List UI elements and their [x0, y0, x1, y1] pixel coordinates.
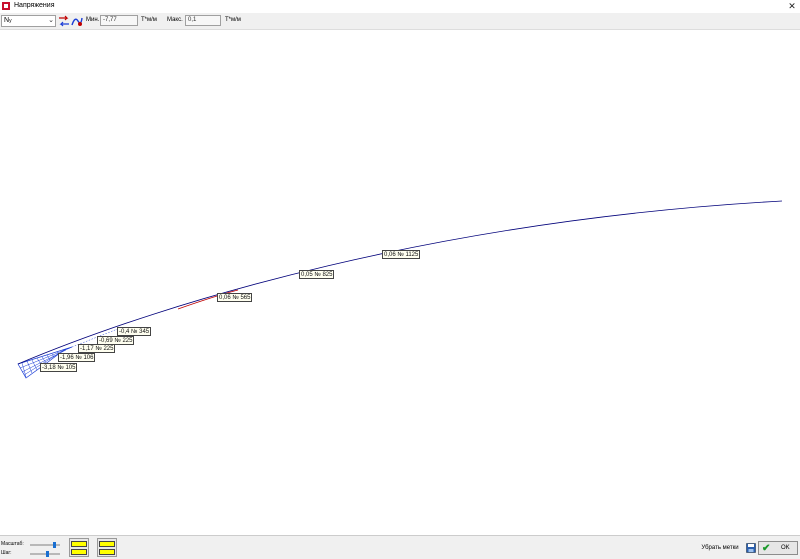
stress-label: -3,18 № 105	[40, 363, 78, 372]
legend-swatch	[99, 541, 115, 547]
title-bar: Напряжения ✕	[0, 0, 800, 13]
stress-window: Напряжения ✕ Ny ⌄ Мин. -7,77 Т*м/м Макс.…	[0, 0, 800, 559]
ok-label: OK	[781, 545, 790, 551]
scale-label: Масштаб:	[1, 541, 24, 547]
stress-plot-canvas[interactable]: 0,06 № 1125 0,05 № 825 0,06 № 565 -0,4 №…	[0, 29, 800, 535]
window-title: Напряжения	[14, 2, 55, 9]
save-icon[interactable]	[746, 543, 756, 553]
component-select[interactable]: Ny ⌄	[1, 15, 56, 27]
stress-label: 0,06 № 1125	[382, 250, 421, 259]
legend-swatch	[71, 549, 87, 555]
stress-label: 0,05 № 825	[299, 270, 335, 279]
ok-button[interactable]: ✔ OK	[758, 541, 798, 555]
step-label: Шаг:	[1, 550, 12, 556]
min-value-field: -7,77	[100, 15, 138, 26]
stress-label: 0,06 № 565	[217, 293, 253, 302]
step-slider[interactable]	[30, 551, 60, 557]
step-slider-track	[30, 553, 60, 555]
close-icon[interactable]: ✕	[784, 0, 800, 13]
chevron-down-icon: ⌄	[48, 17, 54, 24]
max-value-field: 0,1	[185, 15, 221, 26]
scale-slider-thumb[interactable]	[52, 542, 56, 548]
max-label: Макс.	[167, 17, 183, 23]
legend-swatch	[99, 549, 115, 555]
legend-swatch	[71, 541, 87, 547]
stress-label: -1,96 № 106	[58, 353, 96, 362]
stress-label: -1,17 № 225	[78, 344, 116, 353]
component-sub: y	[9, 18, 12, 24]
stress-diagram	[17, 200, 783, 379]
smoothing-icon[interactable]	[71, 15, 83, 27]
scale-slider[interactable]	[30, 542, 60, 548]
checkmark-icon: ✔	[762, 543, 771, 554]
bottom-bar: Масштаб: Шаг: Убрать метки ✔ OK	[0, 535, 800, 559]
stress-label: -0,4 № 345	[117, 327, 152, 336]
hide-labels-button[interactable]: Убрать метки	[697, 543, 743, 555]
toolbar: Ny ⌄ Мин. -7,77 Т*м/м Макс. 0,1 Т*м/м	[0, 13, 800, 29]
min-label: Мин.	[86, 17, 100, 23]
max-unit: Т*м/м	[225, 17, 241, 23]
step-slider-thumb[interactable]	[46, 551, 50, 557]
color-scale-button-2[interactable]	[97, 538, 117, 557]
min-unit: Т*м/м	[141, 17, 157, 23]
app-icon	[2, 2, 10, 10]
flip-sign-icon[interactable]	[58, 15, 70, 27]
color-scale-button-1[interactable]	[69, 538, 89, 557]
